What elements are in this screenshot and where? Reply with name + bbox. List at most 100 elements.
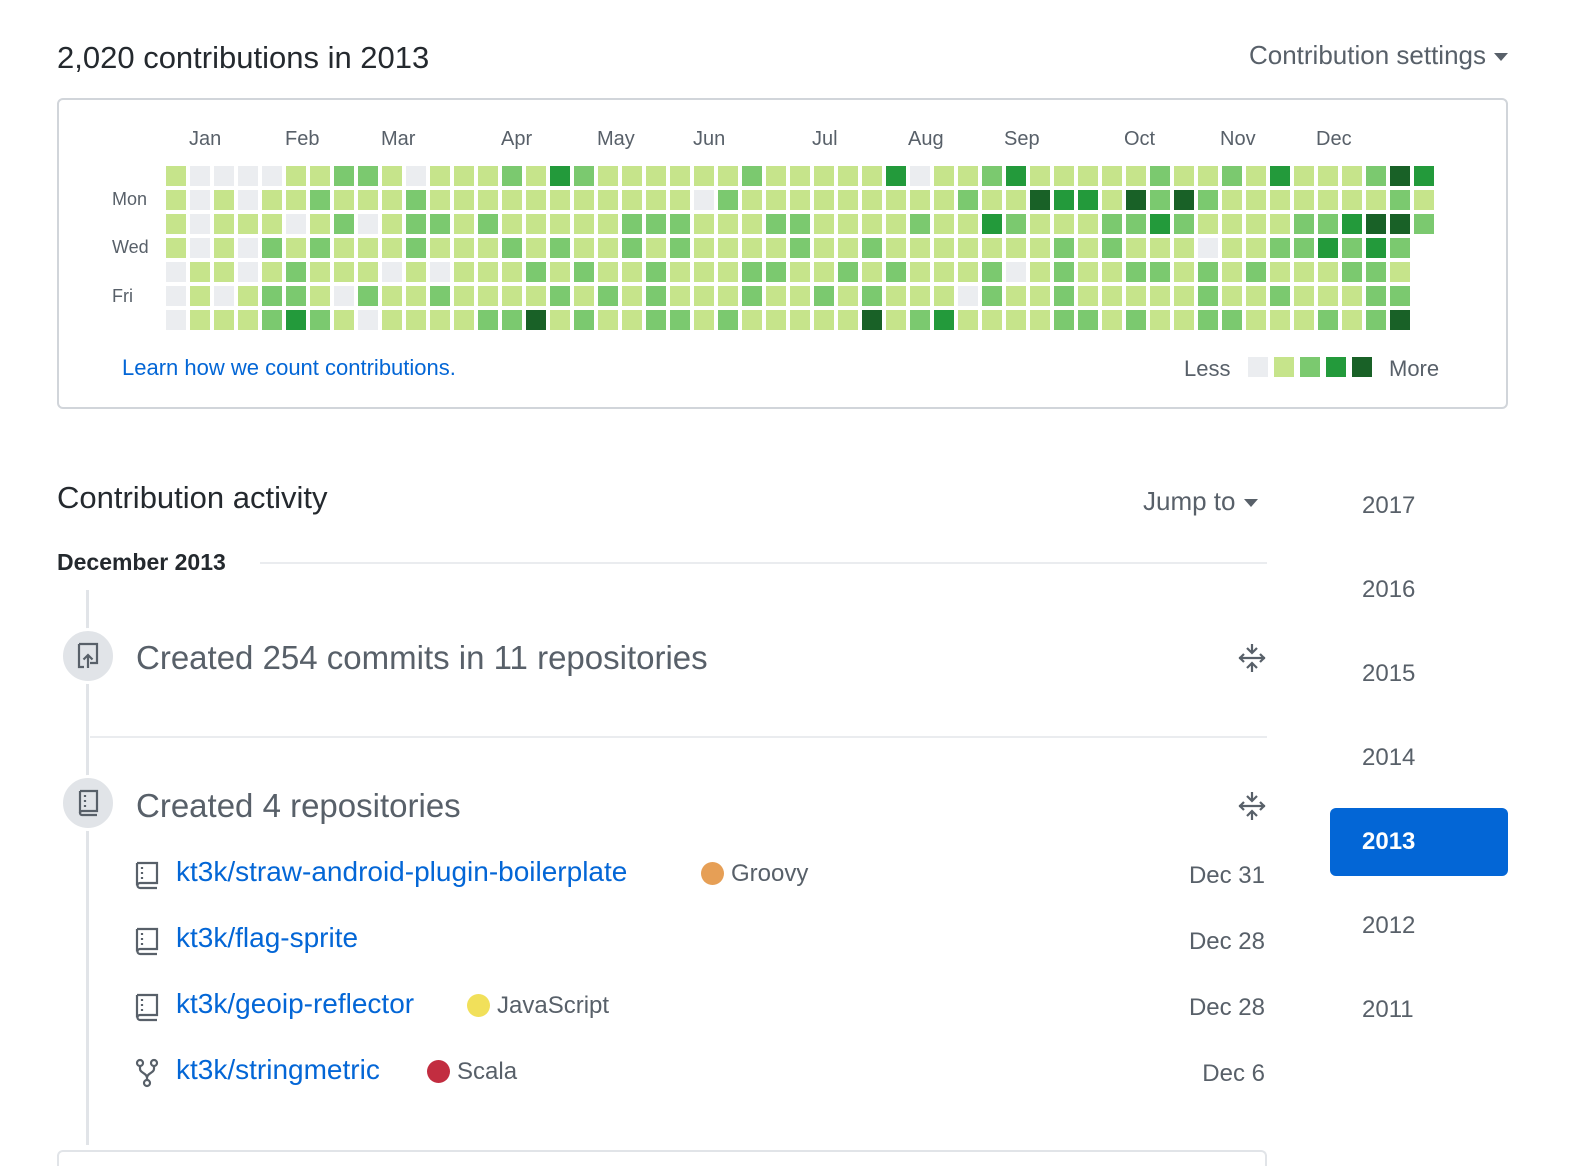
- contribution-day-cell[interactable]: [646, 238, 666, 258]
- contribution-day-cell[interactable]: [382, 238, 402, 258]
- contribution-day-cell[interactable]: [526, 238, 546, 258]
- contribution-day-cell[interactable]: [1342, 310, 1362, 330]
- contribution-day-cell[interactable]: [886, 190, 906, 210]
- contribution-day-cell[interactable]: [910, 190, 930, 210]
- contribution-day-cell[interactable]: [166, 166, 186, 186]
- contribution-day-cell[interactable]: [862, 190, 882, 210]
- contribution-day-cell[interactable]: [1006, 286, 1026, 306]
- contribution-day-cell[interactable]: [358, 238, 378, 258]
- contribution-day-cell[interactable]: [574, 214, 594, 234]
- contribution-day-cell[interactable]: [1150, 166, 1170, 186]
- contribution-day-cell[interactable]: [454, 286, 474, 306]
- year-link-2017[interactable]: 2017: [1330, 472, 1508, 540]
- repo-link[interactable]: kt3k/flag-sprite: [176, 922, 358, 954]
- contribution-day-cell[interactable]: [790, 166, 810, 186]
- contribution-day-cell[interactable]: [430, 310, 450, 330]
- contribution-day-cell[interactable]: [790, 190, 810, 210]
- contribution-day-cell[interactable]: [1390, 166, 1410, 186]
- contribution-day-cell[interactable]: [1366, 310, 1386, 330]
- contribution-day-cell[interactable]: [670, 238, 690, 258]
- contribution-day-cell[interactable]: [886, 238, 906, 258]
- contribution-day-cell[interactable]: [622, 310, 642, 330]
- contribution-day-cell[interactable]: [1270, 286, 1290, 306]
- contribution-day-cell[interactable]: [1366, 238, 1386, 258]
- contribution-day-cell[interactable]: [886, 166, 906, 186]
- contribution-day-cell[interactable]: [1078, 190, 1098, 210]
- contribution-day-cell[interactable]: [358, 214, 378, 234]
- contribution-day-cell[interactable]: [1102, 286, 1122, 306]
- contribution-day-cell[interactable]: [1246, 214, 1266, 234]
- contribution-day-cell[interactable]: [1390, 214, 1410, 234]
- contribution-day-cell[interactable]: [1390, 262, 1410, 282]
- contribution-day-cell[interactable]: [694, 262, 714, 282]
- contribution-day-cell[interactable]: [622, 238, 642, 258]
- contribution-day-cell[interactable]: [814, 286, 834, 306]
- contribution-day-cell[interactable]: [886, 310, 906, 330]
- year-link-2012[interactable]: 2012: [1330, 892, 1508, 960]
- contribution-day-cell[interactable]: [886, 286, 906, 306]
- contribution-day-cell[interactable]: [262, 238, 282, 258]
- contribution-day-cell[interactable]: [910, 286, 930, 306]
- contribution-day-cell[interactable]: [1414, 166, 1434, 186]
- contribution-day-cell[interactable]: [910, 214, 930, 234]
- contribution-day-cell[interactable]: [838, 214, 858, 234]
- contribution-day-cell[interactable]: [1102, 310, 1122, 330]
- contribution-day-cell[interactable]: [1342, 166, 1362, 186]
- contribution-day-cell[interactable]: [382, 310, 402, 330]
- contribution-day-cell[interactable]: [1390, 286, 1410, 306]
- contribution-day-cell[interactable]: [190, 214, 210, 234]
- contribution-day-cell[interactable]: [310, 262, 330, 282]
- contribution-day-cell[interactable]: [190, 238, 210, 258]
- contribution-day-cell[interactable]: [646, 166, 666, 186]
- contribution-day-cell[interactable]: [214, 286, 234, 306]
- contribution-day-cell[interactable]: [430, 238, 450, 258]
- contribution-day-cell[interactable]: [334, 238, 354, 258]
- contribution-day-cell[interactable]: [1222, 310, 1242, 330]
- contribution-day-cell[interactable]: [1294, 190, 1314, 210]
- contribution-day-cell[interactable]: [694, 214, 714, 234]
- contribution-day-cell[interactable]: [1246, 190, 1266, 210]
- contribution-day-cell[interactable]: [478, 286, 498, 306]
- contribution-day-cell[interactable]: [598, 238, 618, 258]
- contribution-day-cell[interactable]: [814, 262, 834, 282]
- contribution-day-cell[interactable]: [1102, 214, 1122, 234]
- contribution-day-cell[interactable]: [430, 166, 450, 186]
- contribution-day-cell[interactable]: [766, 262, 786, 282]
- contribution-day-cell[interactable]: [550, 190, 570, 210]
- contribution-day-cell[interactable]: [982, 310, 1002, 330]
- contribution-day-cell[interactable]: [454, 238, 474, 258]
- jump-to-dropdown[interactable]: Jump to: [1143, 486, 1258, 517]
- repo-link[interactable]: kt3k/geoip-reflector: [176, 988, 414, 1020]
- contribution-day-cell[interactable]: [382, 262, 402, 282]
- contribution-day-cell[interactable]: [358, 190, 378, 210]
- contribution-day-cell[interactable]: [502, 262, 522, 282]
- contribution-day-cell[interactable]: [286, 262, 306, 282]
- contribution-day-cell[interactable]: [358, 286, 378, 306]
- contribution-day-cell[interactable]: [862, 214, 882, 234]
- contribution-day-cell[interactable]: [1054, 262, 1074, 282]
- contribution-day-cell[interactable]: [646, 310, 666, 330]
- contribution-day-cell[interactable]: [502, 166, 522, 186]
- contribution-day-cell[interactable]: [1054, 190, 1074, 210]
- contribution-day-cell[interactable]: [1006, 310, 1026, 330]
- contribution-day-cell[interactable]: [406, 286, 426, 306]
- contribution-day-cell[interactable]: [1054, 166, 1074, 186]
- contribution-day-cell[interactable]: [598, 166, 618, 186]
- contribution-day-cell[interactable]: [718, 262, 738, 282]
- contribution-day-cell[interactable]: [1006, 166, 1026, 186]
- contribution-day-cell[interactable]: [262, 286, 282, 306]
- contribution-day-cell[interactable]: [838, 238, 858, 258]
- contribution-day-cell[interactable]: [1198, 262, 1218, 282]
- contribution-day-cell[interactable]: [934, 190, 954, 210]
- contribution-day-cell[interactable]: [958, 214, 978, 234]
- contribution-day-cell[interactable]: [526, 262, 546, 282]
- contribution-day-cell[interactable]: [982, 238, 1002, 258]
- contribution-day-cell[interactable]: [622, 166, 642, 186]
- contribution-day-cell[interactable]: [982, 262, 1002, 282]
- contribution-day-cell[interactable]: [334, 310, 354, 330]
- contribution-day-cell[interactable]: [1366, 262, 1386, 282]
- contribution-day-cell[interactable]: [1246, 238, 1266, 258]
- contribution-day-cell[interactable]: [1006, 214, 1026, 234]
- contribution-day-cell[interactable]: [430, 190, 450, 210]
- contribution-day-cell[interactable]: [262, 214, 282, 234]
